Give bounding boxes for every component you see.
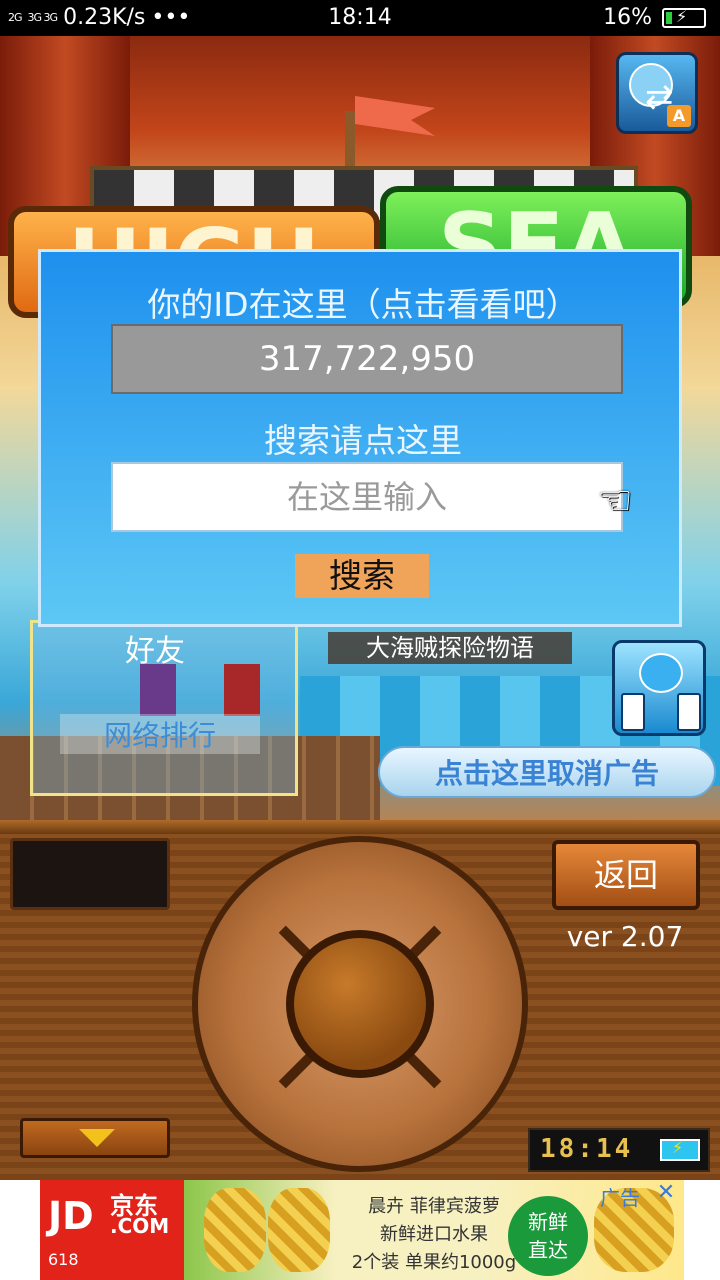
mini-screen xyxy=(10,838,170,910)
panel-rim xyxy=(0,820,720,834)
ad-line-1: 晨卉 菲律宾菠萝 xyxy=(368,1196,500,1217)
badge-line-1: 新鲜 xyxy=(528,1210,568,1234)
online-ranking-button[interactable]: 网络排行 xyxy=(60,714,260,754)
battery-percent: 16% xyxy=(603,5,652,30)
ad-line-3: 2个装 单果约1000g xyxy=(351,1252,517,1273)
remove-ads-button[interactable]: 点击这里取消广告 xyxy=(378,746,716,798)
pineapple-image xyxy=(204,1188,266,1272)
search-prompt: 搜索请点这里 xyxy=(264,421,462,460)
ad-tag: 广告 xyxy=(600,1186,640,1210)
phone-icon xyxy=(621,693,645,731)
jd-com: .COM xyxy=(110,1214,170,1238)
clock-time: 18:14 xyxy=(540,1134,634,1164)
game-title-tag: 大海贼探险物语 xyxy=(328,632,572,664)
dpad-center-button[interactable] xyxy=(286,930,434,1078)
search-input[interactable] xyxy=(111,462,623,532)
language-a-icon: A xyxy=(667,105,691,127)
jd-logo-block[interactable]: JD 京东 .COM 618 xyxy=(40,1180,184,1280)
pineapple-image xyxy=(268,1188,330,1272)
battery-icon: ⚡ xyxy=(660,1138,700,1161)
battery-level xyxy=(666,11,672,24)
status-right: 16% ⚡ xyxy=(603,5,706,30)
jd-618: 618 xyxy=(48,1250,79,1269)
flag-icon xyxy=(355,96,435,136)
dialog-title[interactable]: 你的ID在这里（点击看看吧） xyxy=(41,278,685,326)
globe-icon xyxy=(639,653,683,693)
charging-icon: ⚡ xyxy=(676,6,688,26)
translate-button[interactable]: ⇄ A xyxy=(616,52,698,134)
search-button[interactable]: 搜索 xyxy=(295,554,429,598)
menu-down-button[interactable] xyxy=(20,1118,170,1158)
connect-button[interactable] xyxy=(612,640,706,736)
character-sprite xyxy=(140,664,176,716)
phone-icon xyxy=(677,693,701,731)
charging-icon: ⚡ xyxy=(672,1138,684,1157)
id-search-dialog: 你的ID在这里（点击看看吧） 317,722,950 搜索请点这里 ☜ 搜索 xyxy=(38,249,682,627)
back-button[interactable]: 返回 xyxy=(552,840,700,910)
badge-line-2: 直达 xyxy=(528,1238,568,1262)
character-sprite xyxy=(224,664,260,716)
user-id-display[interactable]: 317,722,950 xyxy=(111,324,623,394)
battery-icon: ⚡ xyxy=(662,6,706,28)
pointing-hand-icon: ☜ xyxy=(597,478,633,524)
ad-banner[interactable]: JD 京东 .COM 618 晨卉 菲律宾菠萝 新鲜进口水果 2个装 单果约10… xyxy=(0,1180,720,1280)
ad-line-2: 新鲜进口水果 xyxy=(380,1224,488,1245)
arrow-down-icon xyxy=(79,1129,115,1147)
fresh-badge: 新鲜 直达 xyxy=(508,1196,588,1276)
status-bar: 2G 3G 3G 0.23K/s ••• 18:14 16% ⚡ xyxy=(0,0,720,36)
version-label: ver 2.07 xyxy=(566,920,684,953)
close-icon[interactable]: ✕ xyxy=(654,1180,678,1205)
jd-logo: JD xyxy=(48,1194,94,1238)
game-clock: 18:14 ⚡ xyxy=(528,1128,710,1172)
